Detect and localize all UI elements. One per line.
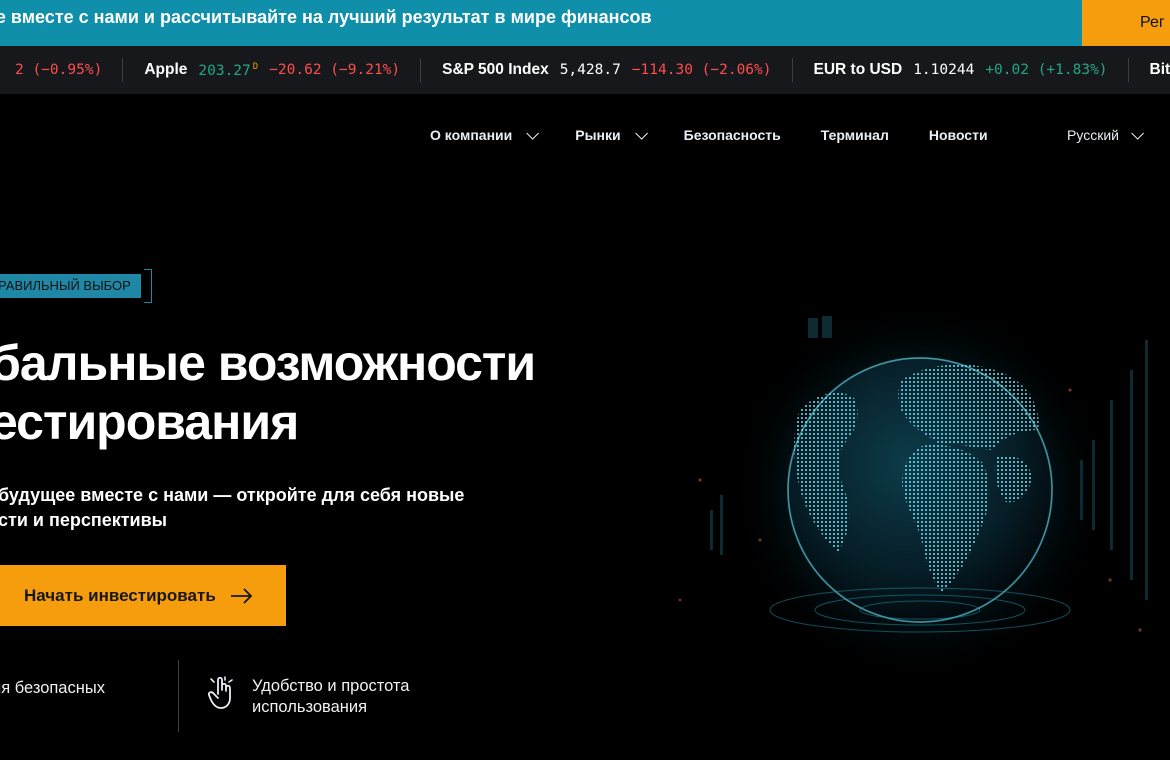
feature-security-text: ия безопасных х — [0, 678, 105, 720]
hero-subtitle: будущее вместе с нами — откройте для себ… — [0, 483, 464, 533]
eyebrow-bracket — [143, 269, 152, 303]
nav-item-label: О компании — [430, 127, 513, 143]
chevron-down-icon — [634, 126, 648, 140]
hero-subtitle-line-1: будущее вместе с нами — откройте для себ… — [0, 485, 465, 505]
language-selector[interactable]: Русский — [1067, 118, 1144, 152]
ticker-change: −20.62 (−9.21%) — [269, 62, 401, 78]
top-banner: йте вместе с нами и рассчитывайте на луч… — [0, 0, 1170, 46]
ticker-name: S&P 500 Index — [442, 61, 549, 78]
feature-convenience-line-1: Удобство и простота — [252, 677, 410, 695]
feature-convenience-text: Удобство и простота использования — [252, 676, 409, 718]
ticker-price: 5,428.7 — [559, 62, 621, 78]
ticker-price-value: 203.27 — [198, 62, 251, 79]
hero-eyebrow: РАВИЛЬНЫЙ ВЫБОР — [0, 269, 152, 303]
language-label: Русский — [1067, 127, 1119, 143]
ticker-item-eurusd[interactable]: EUR to USD 1.10244 +0.02 (+1.83%) — [793, 46, 1129, 94]
ticker-item-partial[interactable]: 2 (−0.95%) — [0, 46, 124, 94]
eyebrow-label: РАВИЛЬНЫЙ ВЫБОР — [0, 274, 141, 298]
nav-item-label: Безопасность — [683, 127, 781, 143]
ticker-change: 2 (−0.95%) — [15, 62, 103, 78]
ticker-price: 203.27 D — [198, 62, 258, 79]
hero-title: бальные возможности естирования — [0, 334, 536, 452]
arrow-right-icon — [230, 587, 253, 604]
nav-item-terminal[interactable]: Терминал — [821, 127, 889, 143]
ticker-price: 1.10244 — [913, 62, 975, 78]
ticker-name: Bit — [1149, 61, 1170, 78]
ticker-change: −114.30 (−2.06%) — [631, 62, 772, 78]
chevron-down-icon — [1131, 126, 1144, 140]
ticker-item-bitcoin[interactable]: Bit — [1129, 46, 1170, 94]
register-button[interactable]: Рег — [1082, 0, 1170, 46]
chevron-down-icon — [526, 126, 540, 140]
globe-illustration — [640, 280, 1170, 750]
ticker-name: Apple — [144, 61, 188, 78]
hero-title-line-1: бальные возможности — [0, 335, 536, 391]
nav-item-label: Терминал — [820, 127, 889, 143]
cta-label: Начать инвестировать — [24, 585, 216, 605]
nav-item-label: Рынки — [575, 127, 621, 143]
nav-item-markets[interactable]: Рынки — [575, 126, 648, 143]
start-investing-button[interactable]: Начать инвестировать — [0, 565, 286, 626]
features-row: ия безопасных х Удобство и простота испо… — [0, 660, 560, 732]
hero-title-line-2: естирования — [0, 394, 299, 450]
ticker-change: +0.02 (+1.83%) — [985, 62, 1108, 78]
nav-item-label: Новости — [928, 127, 988, 143]
feature-security: ия безопасных х — [0, 678, 105, 750]
feature-convenience-line-2: использования — [252, 698, 368, 716]
ticker-item-sp500[interactable]: S&P 500 Index 5,428.7 −114.30 (−2.06%) — [421, 46, 793, 94]
banner-text: йте вместе с нами и рассчитывайте на луч… — [0, 7, 652, 27]
hand-pointer-icon — [208, 676, 233, 709]
ticker-name: EUR to USD — [813, 61, 903, 78]
ticker-bar: 2 (−0.95%) Apple 203.27 D −20.62 (−9.21%)… — [0, 46, 1170, 94]
features-divider — [178, 660, 179, 732]
feature-convenience: Удобство и простота использования — [208, 676, 409, 748]
nav-item-security[interactable]: Безопасность — [684, 127, 781, 143]
hero-subtitle-line-2: сти и перспективы — [0, 510, 168, 530]
nav-item-about[interactable]: О компании — [430, 126, 540, 143]
ticker-item-apple[interactable]: Apple 203.27 D −20.62 (−9.21%) — [123, 46, 421, 94]
feature-security-line-1: ия безопасных — [0, 679, 105, 697]
ticker-price-flag: D — [252, 61, 259, 72]
ticker-row: 2 (−0.95%) Apple 203.27 D −20.62 (−9.21%)… — [0, 46, 1170, 94]
nav-item-news[interactable]: Новости — [929, 127, 988, 143]
main-navigation: О компании Рынки Безопасность Терминал Н… — [430, 118, 1028, 152]
